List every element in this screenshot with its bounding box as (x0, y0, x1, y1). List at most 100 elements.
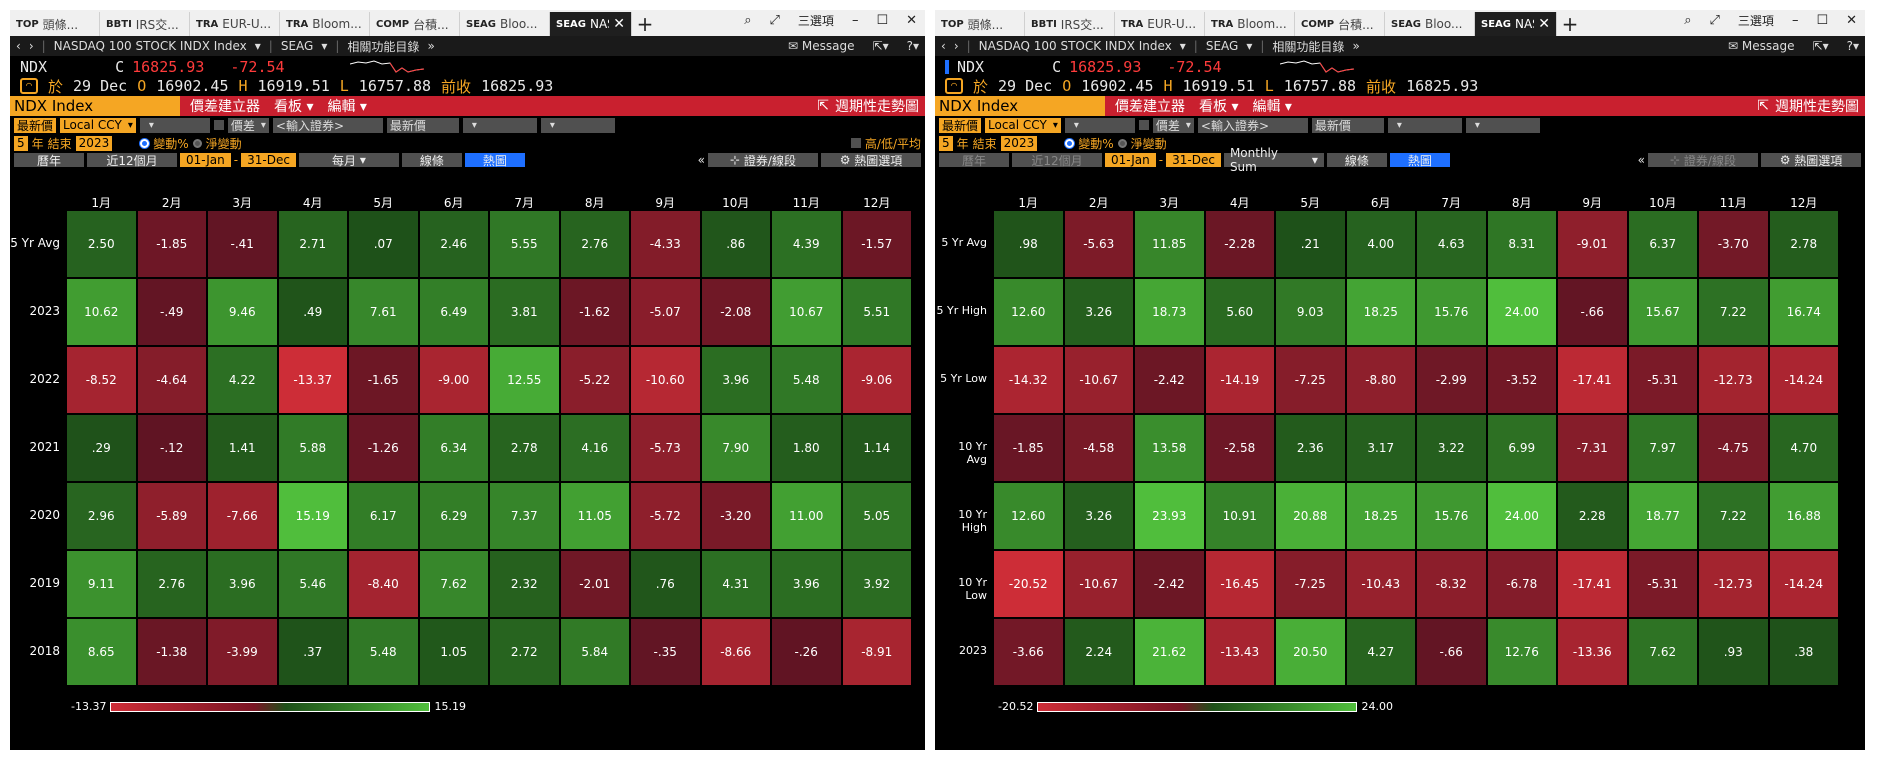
heatmap-cell[interactable]: 15.76 (1416, 482, 1487, 550)
heatmap-cell[interactable]: -20.52 (993, 550, 1064, 618)
heatmap-cell[interactable]: -3.99 (207, 618, 278, 686)
heatmap-cell[interactable]: 23.93 (1134, 482, 1205, 550)
message-button[interactable]: ✉ Message (1728, 39, 1794, 53)
currency-dropdown[interactable]: Local CCY (985, 117, 1061, 133)
collapse-icon[interactable]: « (1453, 153, 1645, 167)
heatmap-cell[interactable]: 6.49 (418, 278, 489, 346)
heatmap-cell[interactable]: -12.73 (1698, 550, 1769, 618)
heatmap-cell[interactable]: -1.57 (841, 210, 912, 278)
heatmap-cell[interactable]: 1.05 (418, 618, 489, 686)
security-selector[interactable]: NASDAQ 100 STOCK INDX Index (979, 39, 1172, 53)
tab-5[interactable]: SEAG Bloo... (460, 12, 550, 36)
heatmap-cell[interactable]: 3.22 (1416, 414, 1487, 482)
heatmap-cell[interactable]: -10.43 (1345, 550, 1416, 618)
tab-0[interactable]: TOP 頭條... (10, 12, 100, 36)
heatmap-cell[interactable]: -8.66 (700, 618, 771, 686)
heatmap-button[interactable]: 熱圖 (1389, 153, 1450, 168)
heatmap-cell[interactable]: -1.38 (136, 618, 207, 686)
heatmap-cell[interactable]: -2.42 (1134, 550, 1205, 618)
function-selector[interactable]: SEAG (281, 39, 314, 53)
back-arrow-icon[interactable]: ‹ (16, 39, 21, 53)
export-icon[interactable]: ⇱▾ (873, 39, 889, 53)
heatmap-cell[interactable]: -14.32 (993, 346, 1064, 414)
legend-color-scale[interactable] (1037, 701, 1358, 712)
blank-dropdown[interactable] (139, 117, 210, 133)
heatmap-cell[interactable]: 18.25 (1345, 278, 1416, 346)
heatmap-cell[interactable]: 15.67 (1627, 278, 1698, 346)
heatmap-cell[interactable]: -1.26 (348, 414, 419, 482)
back-arrow-icon[interactable]: ‹ (941, 39, 946, 53)
heatmap-cell[interactable]: 4.63 (1416, 210, 1487, 278)
net-change-radio[interactable] (192, 138, 202, 148)
heatmap-cell[interactable]: 6.34 (418, 414, 489, 482)
heatmap-cell[interactable]: 5.48 (771, 346, 842, 414)
spread-checkbox[interactable] (213, 120, 224, 130)
heatmap-cell[interactable]: 7.61 (348, 278, 419, 346)
minimize-button[interactable]: – (1792, 13, 1799, 28)
heatmap-cell[interactable]: 3.96 (771, 550, 842, 618)
heatmap-cell[interactable]: -10.60 (630, 346, 701, 414)
tab-1[interactable]: BBTI IRS交... (1025, 12, 1115, 36)
heatmap-cell[interactable]: -.35 (630, 618, 701, 686)
heatmap-cell[interactable]: 12.60 (993, 278, 1064, 346)
blank-dropdown-3[interactable] (1465, 117, 1540, 133)
heatmap-cell[interactable]: 4.00 (1345, 210, 1416, 278)
hilo-checkbox[interactable] (850, 138, 861, 148)
heatmap-cell[interactable]: 7.37 (489, 482, 560, 550)
heatmap-cell[interactable]: -5.89 (136, 482, 207, 550)
legend-color-scale[interactable] (110, 701, 431, 712)
popout-icon[interactable]: ⇱ (817, 98, 829, 114)
heatmap-cell[interactable]: -8.40 (348, 550, 419, 618)
heatmap-options-button[interactable]: ⚙ 熱圖選項 (1761, 153, 1861, 168)
heatmap-cell[interactable]: 24.00 (1486, 482, 1557, 550)
heatmap-button[interactable]: 熱圖 (464, 153, 525, 168)
dashboard-button[interactable]: 看板 ▾ (1195, 96, 1242, 116)
help-icon[interactable]: ?▾ (1847, 39, 1859, 53)
help-icon[interactable]: ?▾ (907, 39, 919, 53)
tab-5[interactable]: SEAG Bloo... (1385, 12, 1475, 36)
heatmap-cell[interactable]: -1.85 (136, 210, 207, 278)
heatmap-cell[interactable]: -13.43 (1204, 618, 1275, 686)
tab-4[interactable]: COMP 台積... (1295, 12, 1385, 36)
heatmap-cell[interactable]: -13.37 (277, 346, 348, 414)
edit-button[interactable]: 編輯 ▾ (323, 96, 370, 116)
heatmap-cell[interactable]: 6.99 (1486, 414, 1557, 482)
heatmap-cell[interactable]: 2.72 (489, 618, 560, 686)
from-date-field[interactable]: 01-Jan (180, 153, 231, 167)
heatmap-cell[interactable]: 7.22 (1698, 482, 1769, 550)
heatmap-cell[interactable]: 5.60 (1204, 278, 1275, 346)
heatmap-cell[interactable]: -2.01 (559, 550, 630, 618)
heatmap-cell[interactable]: 6.17 (348, 482, 419, 550)
function-selector[interactable]: SEAG (1206, 39, 1239, 53)
heatmap-cell[interactable]: -8.80 (1345, 346, 1416, 414)
heatmap-cell[interactable]: 8.31 (1486, 210, 1557, 278)
heatmap-cell[interactable]: .49 (277, 278, 348, 346)
heatmap-cell[interactable]: 21.62 (1134, 618, 1205, 686)
heatmap-cell[interactable]: 5.05 (841, 482, 912, 550)
maximize-button[interactable]: ☐ (1816, 13, 1828, 28)
price-field[interactable]: 最新價 (14, 117, 57, 133)
heatmap-cell[interactable]: -12.73 (1698, 346, 1769, 414)
last-12-months-button[interactable]: 近12個月 (1012, 153, 1102, 168)
heatmap-cell[interactable]: -3.66 (993, 618, 1064, 686)
heatmap-cell[interactable]: -5.31 (1627, 550, 1698, 618)
heatmap-cell[interactable]: 7.62 (418, 550, 489, 618)
heatmap-cell[interactable]: 8.65 (66, 618, 137, 686)
heatmap-cell[interactable]: -9.00 (418, 346, 489, 414)
heatmap-cell[interactable]: 5.88 (277, 414, 348, 482)
line-button[interactable]: 線條 (401, 153, 462, 168)
search-icon[interactable]: ⌕ (744, 13, 751, 28)
new-tab-button[interactable]: + (632, 12, 658, 36)
heatmap-cell[interactable]: 9.03 (1275, 278, 1346, 346)
heatmap-cell[interactable]: 11.00 (771, 482, 842, 550)
heatmap-cell[interactable]: 4.16 (559, 414, 630, 482)
end-year-stepper[interactable]: 2023 (75, 135, 113, 151)
periodicity-dropdown[interactable]: 每月 ▾ (298, 153, 399, 168)
heatmap-cell[interactable]: 6.29 (418, 482, 489, 550)
security-input[interactable]: <輸入證券> (272, 117, 383, 133)
change-pct-radio[interactable] (140, 138, 150, 148)
tab-2[interactable]: TRA EUR-U... (1115, 12, 1205, 36)
spread-checkbox[interactable] (1138, 120, 1149, 130)
tab-3[interactable]: TRA Bloom... (1205, 12, 1295, 36)
tab-1[interactable]: BBTI IRS交... (100, 12, 190, 36)
